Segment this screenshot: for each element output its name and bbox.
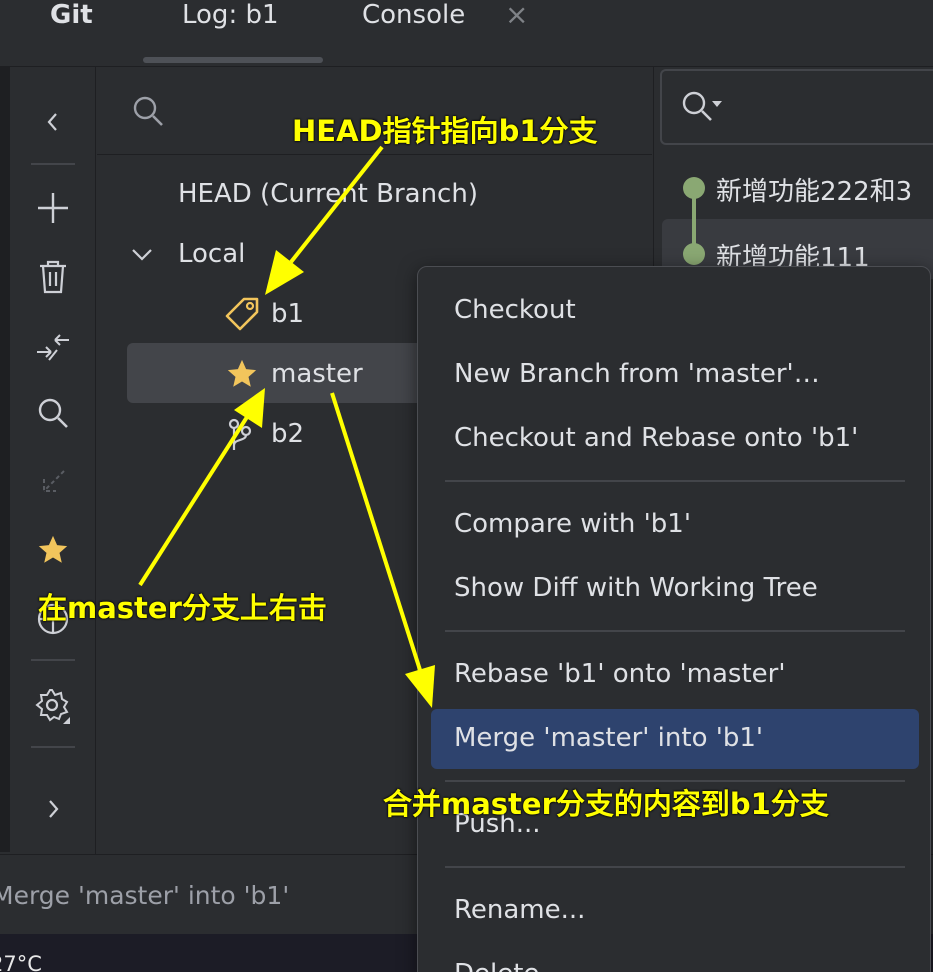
menu-item-label: Merge 'master' into 'b1' (454, 723, 764, 753)
tag-icon (225, 297, 259, 331)
annotation-merge: 合并master分支的内容到b1分支 (383, 787, 829, 821)
menu-item-checkout[interactable]: Checkout (431, 281, 919, 341)
search-icon (133, 96, 163, 126)
local-branches-group[interactable]: Local (178, 239, 245, 269)
settings-gear-icon[interactable] (31, 684, 75, 728)
menu-item-show-diff[interactable]: Show Diff with Working Tree (431, 559, 919, 619)
compare-arrows-icon[interactable] (31, 324, 75, 368)
menu-item-label: Delete (454, 959, 539, 972)
new-branch-plus-icon[interactable] (31, 186, 75, 230)
menu-item-label: New Branch from 'master'… (454, 359, 820, 389)
branches-toolbar (10, 67, 96, 854)
menu-item-compare[interactable]: Compare with 'b1' (431, 495, 919, 555)
menu-item-checkout-rebase[interactable]: Checkout and Rebase onto 'b1' (431, 409, 919, 469)
menu-item-delete[interactable]: Delete (431, 945, 919, 972)
search-icon[interactable] (31, 391, 75, 435)
log-search-field[interactable] (660, 69, 933, 145)
menu-item-merge[interactable]: Merge 'master' into 'b1' (431, 709, 919, 769)
tab-git[interactable]: Git (50, 0, 93, 30)
divider (31, 746, 75, 748)
window-edge (0, 0, 10, 852)
commit-node (683, 243, 705, 265)
branch-icon (228, 418, 252, 450)
branch-b2[interactable]: b2 (271, 419, 304, 449)
menu-separator (445, 866, 905, 868)
menu-item-label: Rename... (454, 895, 586, 925)
favorite-star-icon[interactable] (31, 528, 75, 572)
status-text: Merge 'master' into 'b1' (0, 881, 290, 910)
branch-context-menu: Checkout New Branch from 'master'… Check… (417, 266, 931, 972)
head-current-branch[interactable]: HEAD (Current Branch) (178, 179, 478, 209)
star-icon (227, 359, 257, 387)
tab-console[interactable]: Console (362, 0, 465, 30)
menu-item-rebase[interactable]: Rebase 'b1' onto 'master' (431, 645, 919, 705)
annotation-right-click: 在master分支上右击 (38, 591, 327, 625)
menu-separator (445, 630, 905, 632)
weather-widget[interactable]: 27°C (0, 952, 42, 972)
tab-log-b1[interactable]: Log: b1 (182, 0, 279, 30)
search-options-icon (682, 91, 722, 121)
menu-item-rename[interactable]: Rename... (431, 881, 919, 941)
divider (31, 163, 75, 165)
commit-message[interactable]: 新增功能222和3 (716, 171, 912, 208)
menu-item-label: Compare with 'b1' (454, 509, 691, 539)
expand-chevron-right-icon[interactable] (31, 787, 75, 831)
branch-b1[interactable]: b1 (271, 299, 304, 329)
chevron-down-icon[interactable] (131, 247, 153, 263)
menu-item-label: Show Diff with Working Tree (454, 573, 818, 603)
menu-separator (445, 480, 905, 482)
collapse-chevron-left-icon[interactable] (31, 100, 75, 144)
menu-item-new-branch[interactable]: New Branch from 'master'… (431, 345, 919, 405)
menu-item-label: Checkout and Rebase onto 'b1' (454, 423, 859, 453)
menu-item-label: Rebase 'b1' onto 'master' (454, 659, 786, 689)
menu-item-label: Checkout (454, 295, 576, 325)
delete-trash-icon[interactable] (31, 255, 75, 299)
divider (31, 659, 75, 661)
branch-master[interactable]: master (271, 359, 363, 389)
active-tab-indicator (143, 57, 323, 63)
tool-window-header: Git Log: b1 Console × (0, 0, 933, 66)
commit-node (683, 177, 705, 199)
close-tab-icon[interactable]: × (505, 0, 528, 31)
fetch-arrow-icon[interactable] (31, 460, 75, 504)
annotation-head: HEAD指针指向b1分支 (292, 114, 598, 148)
